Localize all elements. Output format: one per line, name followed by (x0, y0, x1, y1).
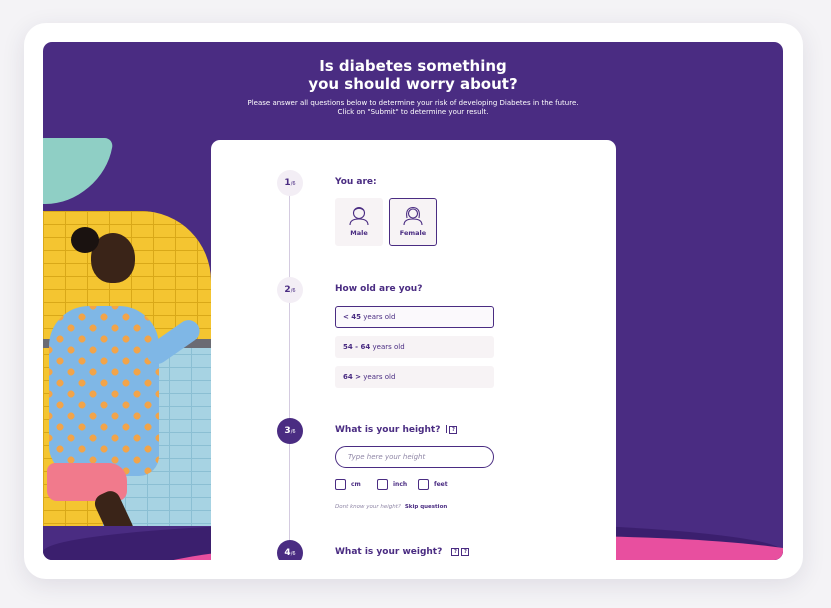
question-weight-title: What is your weight? ?? (335, 547, 470, 557)
unit-inch-label: inch (393, 480, 408, 488)
page-title: Is diabetes something you should worry a… (43, 57, 783, 93)
height-help-icon[interactable]: ? (449, 426, 458, 434)
step-3-total: /6 (290, 429, 296, 435)
unit-feet-checkbox[interactable] (418, 478, 429, 490)
page-subtitle: Please answer all questions below to det… (43, 99, 783, 117)
question-gender-title: You are: (335, 177, 377, 187)
gender-female-label: Female (399, 229, 427, 237)
gender-option-female[interactable]: Female (389, 198, 437, 246)
question-age-title: How old are you? (335, 284, 423, 294)
age-option-3-suffix: years old (361, 373, 396, 381)
progress-timeline (289, 178, 290, 558)
skip-question-row: Dont know your height? Skip question (335, 504, 447, 510)
unit-feet-label: feet (434, 480, 448, 488)
step-4-number: 4/6 (277, 540, 303, 560)
unit-option-feet[interactable]: feet (418, 478, 448, 490)
page-subtitle-line-1: Please answer all questions below to det… (247, 99, 579, 107)
height-input[interactable] (335, 446, 494, 468)
unknown-height-text: Dont know your height? (335, 504, 401, 510)
step-3-number: 3/6 (277, 418, 303, 444)
page-subtitle-line-2: Click on "Submit" to determine your resu… (337, 108, 489, 116)
skip-question-link[interactable]: Skip question (405, 504, 447, 510)
age-option-over-64[interactable]: 64 > years old (335, 366, 494, 388)
step-2-total: /6 (290, 288, 296, 294)
step-2-number: 2/6 (277, 277, 303, 303)
unit-cm-label: cm (351, 480, 361, 488)
decorative-teal-blob (43, 138, 114, 204)
step-1-total: /6 (290, 181, 296, 187)
unit-cm-checkbox[interactable] (335, 478, 346, 490)
unit-option-cm[interactable]: cm (335, 478, 361, 490)
hero-photo-woman-running (43, 211, 211, 526)
question-height-title: What is your height?? (335, 425, 458, 435)
age-option-under-45[interactable]: < 45 years old (335, 306, 494, 328)
weight-help-icon-2[interactable]: ? (461, 548, 470, 556)
text-cursor-icon (446, 425, 448, 433)
question-weight-text: What is your weight? (335, 547, 443, 557)
question-height-text: What is your height? (335, 425, 441, 435)
age-option-2-suffix: years old (370, 343, 405, 351)
age-option-2-range: 54 - 64 (343, 343, 371, 351)
age-option-1-range: < 45 (343, 313, 362, 321)
weight-help-icon[interactable]: ? (451, 548, 460, 556)
person-hair-bun (71, 227, 99, 253)
age-option-3-range: 64 > (343, 373, 362, 381)
unit-option-inch[interactable]: inch (377, 478, 407, 490)
age-option-1-suffix: years old (361, 313, 396, 321)
unit-inch-checkbox[interactable] (377, 478, 388, 490)
page-title-line-1: Is diabetes something (319, 57, 507, 75)
gender-option-male[interactable]: Male (335, 198, 383, 246)
gender-male-label: Male (350, 229, 368, 237)
person-jacket (49, 306, 159, 476)
app-screen: Is diabetes something you should worry a… (43, 42, 783, 560)
page-title-line-2: you should worry about? (308, 75, 518, 93)
female-avatar-icon (403, 206, 423, 226)
age-option-54-64[interactable]: 54 - 64 years old (335, 336, 494, 358)
step-4-total: /6 (290, 551, 296, 557)
step-1-number: 1/6 (277, 170, 303, 196)
male-avatar-icon (349, 206, 369, 226)
questionnaire-card: 1/6 You are: Male Female 2/6 How old are… (211, 140, 616, 560)
